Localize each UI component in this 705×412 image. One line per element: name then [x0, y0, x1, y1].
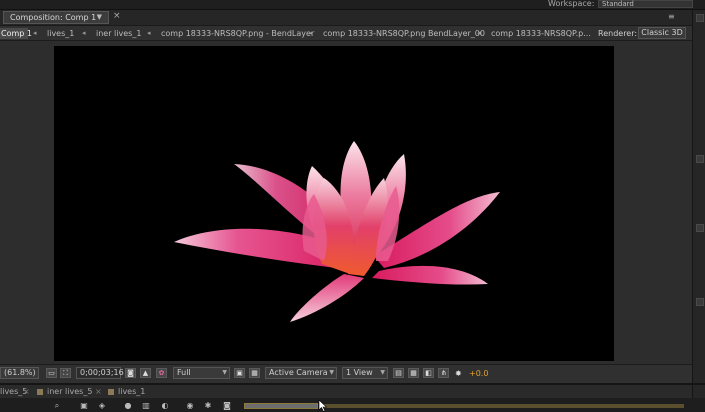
right-panel-dock	[692, 10, 705, 412]
camera-view-value: Active Camera	[269, 368, 328, 377]
flowchart-icon[interactable]: ⋔	[438, 368, 449, 378]
comp-mini-flowchart-icon[interactable]: ▣	[79, 401, 89, 410]
breadcrumb-arrow-icon: ◂	[147, 29, 151, 37]
chevron-down-icon: ▼	[329, 369, 334, 376]
composition-canvas[interactable]	[54, 46, 614, 361]
close-icon[interactable]: ×	[113, 12, 122, 21]
chevron-down-icon: ▼	[222, 369, 227, 376]
brainstorm-icon[interactable]: ✱	[203, 401, 213, 410]
breadcrumb-arrow-icon: ◂	[33, 29, 37, 37]
breadcrumb-item[interactable]: comp 18333-NRS8QP.p...	[491, 28, 591, 39]
dock-panel-handle[interactable]	[696, 14, 704, 22]
mouse-pointer-icon	[318, 400, 328, 412]
workspace-value: Standard	[602, 0, 634, 8]
resolution-value: Full	[177, 368, 191, 377]
live-update-icon[interactable]: ◙	[222, 401, 232, 410]
region-of-interest-icon[interactable]: ⛶	[60, 368, 71, 378]
exposure-icon[interactable]: ✸	[455, 367, 462, 380]
breadcrumb-item[interactable]: comp 18333-NRS8QP.png BendLayer_00	[323, 28, 485, 39]
composition-icon	[37, 389, 43, 395]
timecode-field[interactable]: 0;00;03;16	[76, 367, 124, 379]
work-area-bar[interactable]	[244, 403, 318, 409]
breadcrumb-arrow-icon: ◂	[477, 29, 481, 37]
timeline-tab-iner-lives-5[interactable]: iner lives_5	[47, 386, 92, 397]
lotus-flower-render	[174, 141, 500, 322]
panel-menu-icon[interactable]: ≡	[668, 12, 680, 22]
dock-panel-handle[interactable]	[696, 155, 704, 163]
grid-icon[interactable]: ▦	[408, 368, 419, 378]
search-icon[interactable]: ⌕	[52, 401, 62, 410]
breadcrumb-arrow-icon: ◂	[82, 29, 86, 37]
composition-tab-title: Composition: Comp 1	[10, 13, 97, 22]
fast-previews-icon[interactable]: ▣	[234, 368, 245, 378]
motion-blur-icon[interactable]: ◐	[160, 401, 170, 410]
frame-blending-icon[interactable]: ▥	[141, 401, 151, 410]
transparency-grid-icon[interactable]: ▦	[249, 368, 260, 378]
toggle-pixel-aspect-icon[interactable]: ▤	[393, 368, 404, 378]
camera-view-select[interactable]: Active Camera ▼	[265, 367, 337, 379]
resolution-select[interactable]: Full ▼	[173, 367, 230, 379]
composition-tab[interactable]: Composition: Comp 1 ▼	[3, 11, 109, 24]
breadcrumb-arrow-icon: ◂	[309, 29, 313, 37]
time-ruler[interactable]	[320, 404, 684, 408]
breadcrumb-item[interactable]: comp 18333-NRS8QP.png - BendLayer	[161, 28, 314, 39]
chevron-down-icon[interactable]: ▼	[97, 12, 102, 23]
graph-editor-icon[interactable]: ◉	[185, 401, 195, 410]
breadcrumb-item[interactable]: iner lives_1	[96, 28, 141, 39]
composition-icon	[108, 389, 114, 395]
magnification-value: (61.8%)	[4, 368, 36, 377]
view-layout-select[interactable]: 1 View ▼	[342, 367, 388, 379]
safe-margins-icon[interactable]: ▭	[46, 368, 57, 378]
chevron-down-icon: ▼	[380, 369, 385, 376]
draft-3d-icon[interactable]: ◈	[97, 401, 107, 410]
view-layout-value: 1 View	[346, 368, 373, 377]
timeline-tab-lives-1[interactable]: lives_1	[118, 386, 145, 397]
shy-layers-icon[interactable]: ●	[123, 401, 133, 410]
timeline-tab-row	[0, 385, 692, 397]
magnification-select[interactable]: (61.8%)	[0, 367, 39, 379]
tab-close-icon[interactable]: ×	[95, 386, 102, 397]
exposure-value[interactable]: +0.0	[469, 367, 488, 380]
renderer-button[interactable]: Classic 3D	[638, 27, 686, 39]
tab-close-icon[interactable]: ×	[23, 386, 30, 397]
breadcrumb-item[interactable]: Comp 1	[0, 28, 32, 39]
color-channels-icon[interactable]: ✿	[156, 368, 167, 378]
renderer-label: Renderer:	[598, 29, 638, 38]
workspace-select[interactable]: Standard	[598, 0, 693, 8]
dock-panel-handle[interactable]	[696, 298, 704, 306]
breadcrumb-item[interactable]: lives_1	[47, 28, 74, 39]
dock-panel-handle[interactable]	[696, 224, 704, 232]
camera-icon[interactable]: ◙	[125, 368, 136, 378]
show-snapshot-icon[interactable]: ▲	[140, 368, 151, 378]
draft-3d-icon[interactable]: ◧	[423, 368, 434, 378]
workspace-label: Workspace:	[548, 0, 595, 8]
